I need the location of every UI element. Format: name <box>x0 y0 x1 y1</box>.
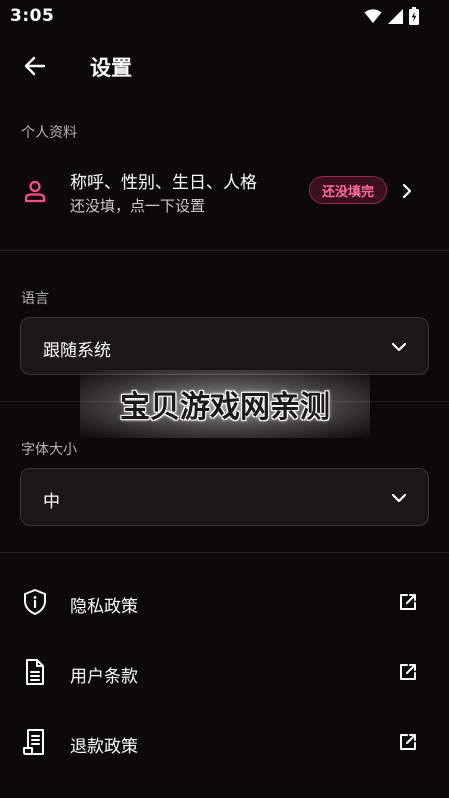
section-label-profile: 个人资料 <box>21 125 77 141</box>
external-link-icon[interactable] <box>398 732 418 752</box>
link-label-user-terms: 用户条款 <box>70 667 138 687</box>
font-size-select[interactable]: 中 <box>20 468 429 526</box>
link-row-privacy-policy[interactable]: 隐私政策 <box>0 572 449 632</box>
signal-icon <box>388 8 403 24</box>
link-label-refund-policy: 退款政策 <box>70 737 138 757</box>
divider <box>0 552 449 553</box>
language-selected-value: 跟随系统 <box>43 341 111 361</box>
chevron-down-icon <box>391 493 407 503</box>
chevron-down-icon <box>391 342 407 352</box>
watermark-text: 宝贝游戏网亲测 <box>120 390 330 425</box>
status-icons <box>364 6 419 26</box>
language-select[interactable]: 跟随系统 <box>20 317 429 375</box>
profile-status-text: 还没填，点一下设置 <box>70 197 206 215</box>
shield-info-icon <box>24 589 46 615</box>
section-label-language: 语言 <box>21 291 49 307</box>
profile-fields-label: 称呼、性别、生日、人格 <box>70 173 257 193</box>
font-size-selected-value: 中 <box>43 492 60 512</box>
status-badge: 还没填完 <box>309 176 387 204</box>
link-row-refund-policy[interactable]: 退款政策 <box>0 712 449 772</box>
watermark: 宝贝游戏网亲测 <box>80 370 370 438</box>
status-bar: 3:05 <box>0 0 449 30</box>
section-label-font-size: 字体大小 <box>21 442 77 458</box>
page-title: 设置 <box>90 56 132 80</box>
chevron-right-icon[interactable] <box>401 183 413 199</box>
back-arrow-icon[interactable] <box>22 53 48 79</box>
person-icon <box>24 180 46 203</box>
divider <box>0 250 449 251</box>
document-icon <box>26 659 44 685</box>
external-link-icon[interactable] <box>398 662 418 682</box>
link-row-user-terms[interactable]: 用户条款 <box>0 642 449 702</box>
receipt-icon <box>23 729 44 755</box>
wifi-icon <box>364 9 382 23</box>
battery-charging-icon <box>409 7 419 25</box>
link-label-privacy-policy: 隐私政策 <box>70 597 138 617</box>
external-link-icon[interactable] <box>398 592 418 612</box>
status-time: 3:05 <box>10 6 55 26</box>
